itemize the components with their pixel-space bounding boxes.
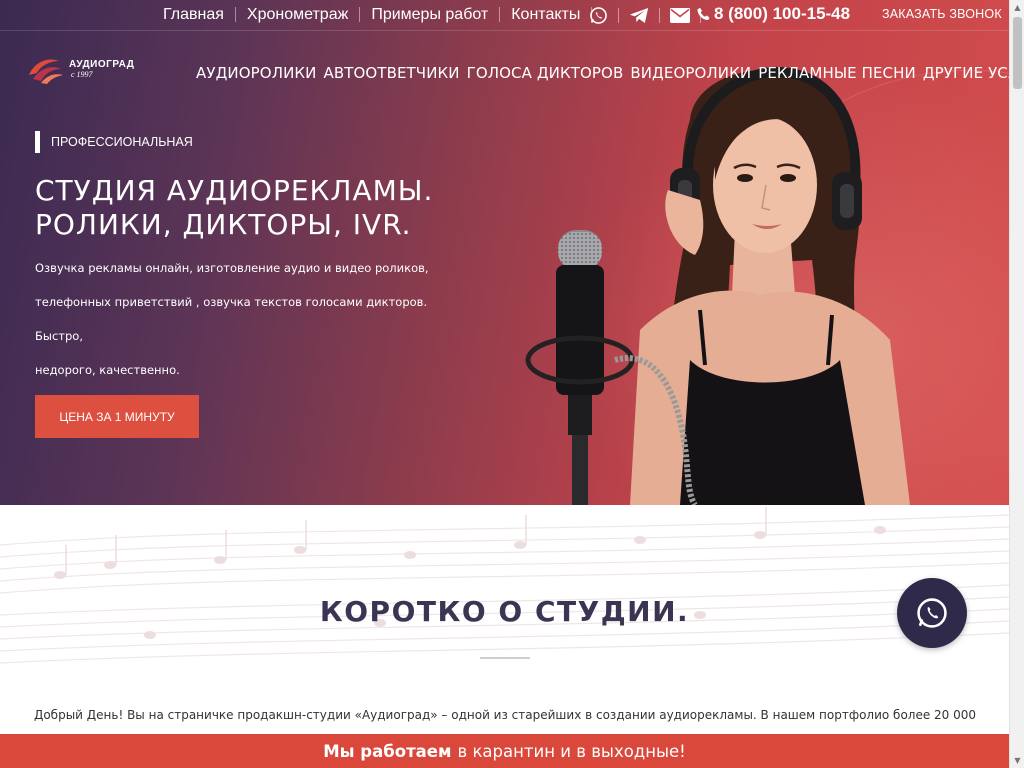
whatsapp-icon[interactable] [587,5,609,25]
about-title: КОРОТКО О СТУДИИ. [319,595,690,628]
scrollbar[interactable]: ▲ ▼ [1009,0,1024,768]
scroll-up-arrow-icon[interactable]: ▲ [1010,0,1024,15]
bottom-banner[interactable]: Мы работаем в карантин и в выходные! [0,734,1009,768]
main-nav-ad-songs[interactable]: РЕКЛАМНЫЕ ПЕСНИ [758,64,916,82]
divider [618,7,619,23]
whatsapp-icon [917,598,947,628]
top-social-icons [578,5,701,25]
top-nav-home[interactable]: Главная [152,4,235,25]
top-divider [0,30,1009,31]
scrollbar-thumb[interactable] [1013,17,1022,89]
hero-description: Озвучка рекламы онлайн, изготовление ауд… [35,251,475,387]
banner-text: в карантин и в выходные! [457,741,686,761]
hero-desc-line: Озвучка рекламы онлайн, изготовление ауд… [35,261,429,275]
price-per-minute-button[interactable]: ЦЕНА ЗА 1 МИНУТУ [35,395,199,438]
hero-title-line: РОЛИКИ, ДИКТОРЫ, IVR. [35,208,412,241]
top-nav-timing[interactable]: Хронометраж [236,4,359,25]
logo-year: с 1997 [71,70,93,79]
scroll-down-arrow-icon[interactable]: ▼ [1010,753,1024,768]
hero-kicker: ПРОФЕССИОНАЛЬНАЯ [35,131,193,153]
banner-bold-text: Мы работаем [323,741,452,761]
email-icon[interactable] [669,5,691,25]
about-divider [480,657,530,659]
top-nav-portfolio[interactable]: Примеры работ [360,4,499,25]
logo-text: АУДИОГРАД с 1997 [69,59,134,79]
logo-name: АУДИОГРАД [69,59,135,70]
main-nav-videos[interactable]: ВИДЕОРОЛИКИ [630,64,751,82]
hero-desc-line: недорого, качественно. [35,363,180,377]
whatsapp-float-button[interactable] [897,578,967,648]
hero-illustration [525,66,910,505]
phone-link[interactable]: 8 (800) 100-15-48 [697,4,850,24]
logo[interactable]: АУДИОГРАД с 1997 [25,53,134,85]
callback-button[interactable]: ЗАКАЗАТЬ ЗВОНОК [882,7,1002,21]
top-nav: Главная Хронометраж Примеры работ Контак… [152,4,593,25]
main-nav-audio-ads[interactable]: АУДИОРОЛИКИ [196,64,316,82]
hero-desc-line: телефонных приветствий , озвучка текстов… [35,295,428,343]
main-nav: АУДИОРОЛИКИ АВТООТВЕТЧИКИ ГОЛОСА ДИКТОРО… [196,64,1024,82]
hero-title-line: СТУДИЯ АУДИОРЕКЛАМЫ. [35,174,434,207]
main-nav-voices[interactable]: ГОЛОСА ДИКТОРОВ [467,64,624,82]
hero-title: СТУДИЯ АУДИОРЕКЛАМЫ. РОЛИКИ, ДИКТОРЫ, IV… [35,174,555,242]
phone-icon [697,7,710,21]
logo-mark-icon [29,59,63,84]
telegram-icon[interactable] [628,5,650,25]
divider [659,7,660,23]
top-bar: Главная Хронометраж Примеры работ Контак… [0,0,1009,31]
phone-number: 8 (800) 100-15-48 [714,4,851,23]
main-nav-answerphones[interactable]: АВТООТВЕТЧИКИ [323,64,459,82]
